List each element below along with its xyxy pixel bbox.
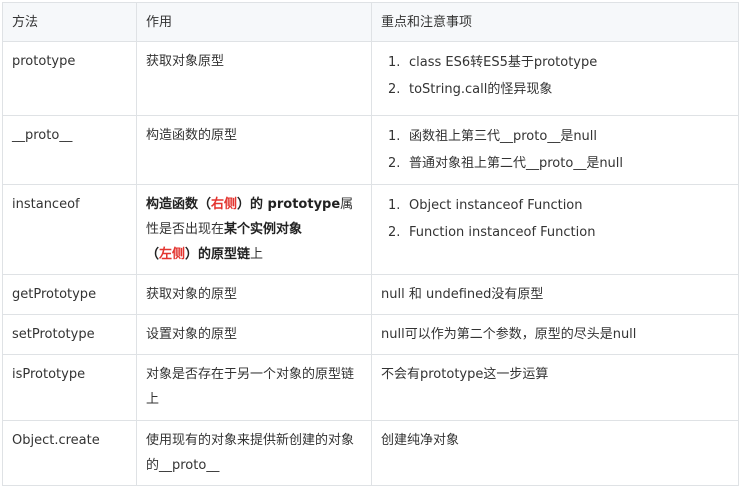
table-row: isPrototype 对象是否存在于另一个对象的原型链上 不会有prototy…	[2, 354, 739, 421]
list-item: 2. 普通对象祖上第二代__proto__是null	[388, 150, 730, 177]
notes-cell: 1. 函数祖上第三代__proto__是null 2. 普通对象祖上第二代__pro…	[371, 115, 739, 185]
list-number: 2.	[388, 82, 401, 97]
purpose-text-highlight: 左侧	[159, 247, 186, 262]
method-cell: setPrototype	[2, 314, 137, 355]
table-header-row: 方法 作用 重点和注意事项	[2, 2, 739, 42]
list-number: 1.	[388, 55, 401, 70]
purpose-text-bold: 某个实例对象	[224, 222, 303, 237]
method-cell: Object.create	[2, 420, 137, 486]
purpose-cell: 设置对象的原型	[136, 314, 372, 355]
list-item: 1. 函数祖上第三代__proto__是null	[388, 123, 730, 150]
header-method: 方法	[2, 2, 137, 42]
purpose-cell: 获取对象原型	[136, 41, 372, 116]
prototype-methods-table: 方法 作用 重点和注意事项 prototype 获取对象原型 1. class E…	[2, 2, 739, 486]
list-text: Object instanceof Function	[409, 198, 583, 213]
table-row: Object.create 使用现有的对象来提供新创建的对象的__proto__…	[2, 420, 739, 486]
notes-cell: 1. Object instanceof Function 2. Function …	[371, 184, 739, 275]
notes-list: 1. class ES6转ES5基于prototype 2. toString.ca…	[381, 49, 730, 103]
notes-cell: null 和 undefined没有原型	[371, 274, 739, 315]
header-notes: 重点和注意事项	[371, 2, 739, 42]
list-number: 2.	[388, 225, 401, 240]
notes-cell: 创建纯净对象	[371, 420, 739, 486]
notes-cell: null可以作为第二个参数，原型的尽头是null	[371, 314, 739, 355]
list-item: 1. Object instanceof Function	[388, 192, 730, 219]
purpose-cell: 获取对象的原型	[136, 274, 372, 315]
list-number: 2.	[388, 156, 401, 171]
list-number: 1.	[388, 198, 401, 213]
purpose-cell: 构造函数（右侧）的 prototype属性是否出现在某个实例对象 （左侧）的原型链…	[136, 184, 372, 275]
table-row: instanceof 构造函数（右侧）的 prototype属性是否出现在某个实…	[2, 184, 739, 275]
list-item: 2. Function instanceof Function	[388, 219, 730, 246]
list-text: Function instanceof Function	[409, 225, 596, 240]
table-row: __proto__ 构造函数的原型 1. 函数祖上第三代__proto__是nul…	[2, 115, 739, 185]
list-item: 1. class ES6转ES5基于prototype	[388, 49, 730, 76]
purpose-cell: 构造函数的原型	[136, 115, 372, 185]
method-cell: __proto__	[2, 115, 137, 185]
notes-cell: 不会有prototype这一步运算	[371, 354, 739, 421]
notes-cell: 1. class ES6转ES5基于prototype 2. toString.ca…	[371, 41, 739, 116]
table-row: prototype 获取对象原型 1. class ES6转ES5基于protot…	[2, 41, 739, 116]
method-cell: prototype	[2, 41, 137, 116]
list-text: 普通对象祖上第二代__proto__是null	[409, 156, 624, 171]
purpose-text-bold: （	[146, 247, 160, 262]
purpose-text-highlight: 右侧	[211, 197, 238, 212]
list-text: class ES6转ES5基于prototype	[409, 55, 598, 70]
list-item: 2. toString.call的怪异现象	[388, 76, 730, 103]
list-text: toString.call的怪异现象	[409, 82, 553, 97]
purpose-cell: 使用现有的对象来提供新创建的对象的__proto__	[136, 420, 372, 486]
purpose-text-bold: 构造函数（	[146, 197, 212, 212]
method-cell: getPrototype	[2, 274, 137, 315]
table-row: setPrototype 设置对象的原型 null可以作为第二个参数，原型的尽头…	[2, 314, 739, 355]
table-row: getPrototype 获取对象的原型 null 和 undefined没有原…	[2, 274, 739, 315]
purpose-cell: 对象是否存在于另一个对象的原型链上	[136, 354, 372, 421]
purpose-text-bold: ）的 prototype	[237, 197, 341, 212]
method-cell: instanceof	[2, 184, 137, 275]
header-purpose: 作用	[136, 2, 372, 42]
notes-list: 1. Object instanceof Function 2. Function …	[381, 192, 730, 246]
notes-list: 1. 函数祖上第三代__proto__是null 2. 普通对象祖上第二代__pro…	[381, 123, 730, 177]
purpose-text: 上	[250, 247, 264, 262]
purpose-text-bold: ）的原型链	[185, 247, 251, 262]
list-number: 1.	[388, 129, 401, 144]
prototype-methods-table-container: 方法 作用 重点和注意事项 prototype 获取对象原型 1. class E…	[2, 2, 739, 486]
list-text: 函数祖上第三代__proto__是null	[409, 129, 598, 144]
method-cell: isPrototype	[2, 354, 137, 421]
